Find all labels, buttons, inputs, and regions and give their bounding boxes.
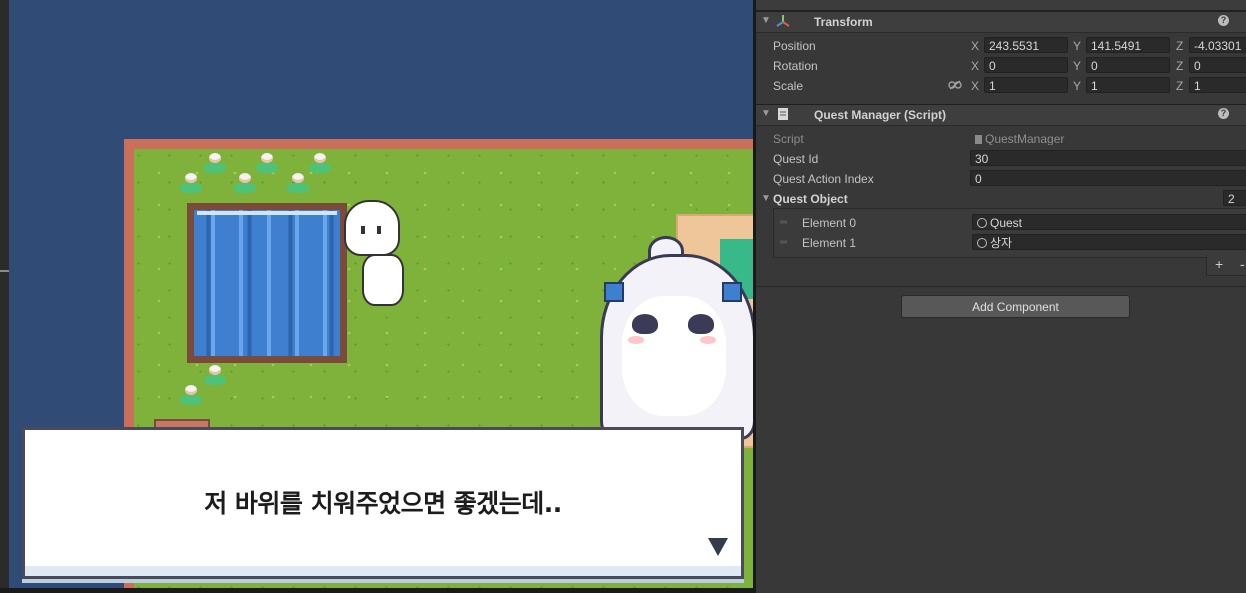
- axis-y-label: Y: [1073, 39, 1082, 53]
- flower-sprite: [256, 153, 278, 175]
- character-portrait: [600, 236, 753, 440]
- remove-element-button[interactable]: -: [1240, 256, 1245, 272]
- scale-z-field[interactable]: 1: [1189, 77, 1246, 93]
- edge-tick: [0, 270, 9, 272]
- axis-x-label: X: [971, 39, 980, 53]
- element-1-field[interactable]: 상자: [972, 234, 1246, 250]
- script-value: QuestManager: [985, 132, 1065, 146]
- axis-y-label: Y: [1073, 59, 1082, 73]
- pond-shore: [197, 211, 337, 215]
- script-asset-icon: [975, 135, 982, 144]
- element-0-field[interactable]: Quest: [972, 214, 1246, 230]
- quest-action-index-label: Quest Action Index: [773, 172, 874, 186]
- quest-object-label: Quest Object: [773, 192, 848, 206]
- foldout-arrow-icon[interactable]: ▼: [761, 108, 771, 119]
- rotation-x-field[interactable]: 0: [984, 57, 1068, 73]
- position-y-field[interactable]: 141.5491: [1086, 37, 1170, 53]
- npc-head: [344, 200, 400, 256]
- foldout-arrow-icon[interactable]: ▼: [761, 193, 771, 204]
- inspector-top-strip: [756, 0, 1246, 11]
- quest-id-field[interactable]: 30: [970, 150, 1246, 166]
- add-component-button[interactable]: Add Component: [901, 295, 1130, 318]
- position-z-field[interactable]: -4.03301: [1189, 37, 1246, 53]
- position-label: Position: [773, 39, 816, 53]
- element-0-label: Element 0: [802, 216, 857, 230]
- rotation-label: Rotation: [773, 59, 818, 73]
- scale-y-field[interactable]: 1: [1086, 77, 1170, 93]
- axis-z-label: Z: [1176, 79, 1184, 93]
- dialog-box[interactable]: 저 바위를 치워주었으면 좋겠는데..: [22, 427, 744, 579]
- element-0-value: Quest: [990, 216, 1023, 230]
- game-view[interactable]: 저 바위를 치워주었으면 좋겠는데..: [0, 0, 753, 593]
- drag-handle-icon[interactable]: ═: [780, 217, 787, 228]
- rotation-z-field[interactable]: 0: [1189, 57, 1246, 73]
- position-row: Position X 243.5531 Y 141.5491 Z -4.0330…: [756, 36, 1246, 56]
- help-icon[interactable]: ?: [1218, 108, 1229, 119]
- npc-sprite[interactable]: [344, 200, 404, 306]
- game-view-bottom-bar: [0, 588, 753, 593]
- gameobject-icon: [977, 238, 987, 248]
- quest-manager-header[interactable]: ▼ Quest Manager (Script) ?: [756, 104, 1246, 126]
- quest-id-label: Quest Id: [773, 152, 819, 166]
- hair-clip-icon: [604, 282, 624, 302]
- rotation-y-field[interactable]: 0: [1086, 57, 1170, 73]
- flower-sprite: [204, 365, 226, 387]
- scale-label: Scale: [773, 79, 804, 93]
- scene-edge-bar: [0, 0, 9, 593]
- add-element-button[interactable]: +: [1215, 256, 1223, 272]
- portrait-blush: [700, 336, 716, 344]
- axis-z-label: Z: [1176, 59, 1184, 73]
- transform-title: Transform: [814, 15, 873, 29]
- flower-sprite: [287, 173, 309, 195]
- divider: [756, 286, 1246, 287]
- transform-header[interactable]: ▼ Transform ?: [756, 11, 1246, 33]
- axis-z-label: Z: [1176, 39, 1184, 53]
- axis-x-label: X: [971, 79, 980, 93]
- flower-sprite: [180, 385, 202, 407]
- help-icon[interactable]: ?: [1218, 15, 1229, 26]
- element-1-label: Element 1: [802, 236, 857, 250]
- axis-y-label: Y: [1073, 79, 1082, 93]
- transform-icon: [776, 15, 790, 27]
- quest-id-row: Quest Id 30: [756, 149, 1246, 169]
- rotation-row: Rotation X 0 Y 0 Z 0: [756, 56, 1246, 76]
- quest-action-index-field[interactable]: 0: [970, 170, 1246, 186]
- portrait-blush: [628, 336, 644, 344]
- npc-body: [362, 254, 404, 306]
- quest-action-index-row: Quest Action Index 0: [756, 169, 1246, 189]
- element-1-value: 상자: [990, 236, 1013, 250]
- scale-row: Scale X 1 Y 1 Z 1: [756, 76, 1246, 96]
- dialog-text: 저 바위를 치워주었으면 좋겠는데..: [204, 489, 562, 518]
- portrait-eye: [632, 314, 658, 334]
- pond-water: [194, 210, 340, 356]
- quest-object-list: ═ Element 0 Quest ═ Element 1 상자: [773, 208, 1246, 258]
- inspector-panel: ▼ Transform ? Position X 243.5531 Y 141.…: [756, 0, 1246, 593]
- gameobject-icon: [977, 218, 987, 228]
- portrait-face: [622, 296, 726, 416]
- constrain-proportions-icon[interactable]: [948, 80, 962, 90]
- flower-sprite: [180, 173, 202, 195]
- hair-clip-icon: [722, 282, 742, 302]
- list-footer: + -: [1206, 255, 1246, 276]
- scale-x-field[interactable]: 1: [984, 77, 1068, 93]
- position-x-field[interactable]: 243.5531: [984, 37, 1068, 53]
- flower-sprite: [234, 173, 256, 195]
- script-label: Script: [773, 132, 804, 146]
- script-file-icon: [778, 108, 788, 120]
- flower-sprite: [309, 153, 331, 175]
- quest-manager-title: Quest Manager (Script): [814, 108, 947, 122]
- script-field: QuestManager: [970, 130, 1246, 146]
- script-row: Script QuestManager: [756, 129, 1246, 149]
- flower-sprite: [204, 153, 226, 175]
- portrait-eye: [688, 314, 714, 334]
- pond: [187, 203, 347, 363]
- axis-x-label: X: [971, 59, 980, 73]
- foldout-arrow-icon[interactable]: ▼: [761, 15, 771, 26]
- drag-handle-icon[interactable]: ═: [780, 237, 787, 248]
- list-item: ═ Element 1 상자: [774, 233, 1246, 253]
- quest-object-row[interactable]: ▼ Quest Object 2: [756, 189, 1246, 209]
- quest-object-size-field[interactable]: 2: [1223, 190, 1246, 206]
- list-item: ═ Element 0 Quest: [774, 213, 1246, 233]
- next-arrow-icon[interactable]: [708, 538, 728, 556]
